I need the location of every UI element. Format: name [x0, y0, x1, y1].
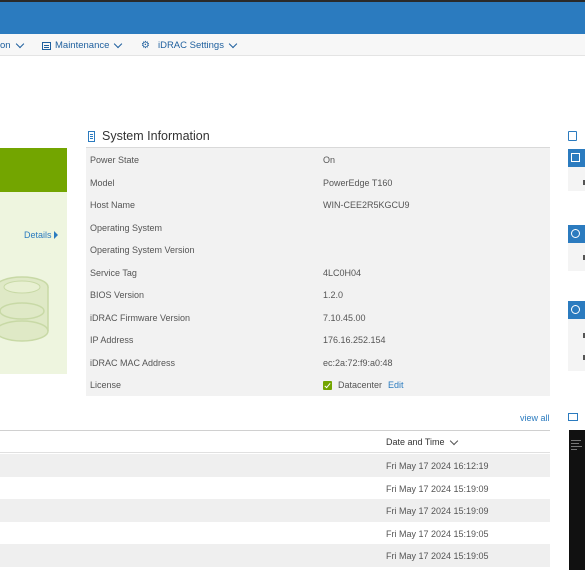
list-icon [571, 153, 580, 162]
menu-item-maintenance[interactable]: Maintenance [42, 39, 123, 51]
main-menu-bar: on Maintenance ⚙ iDRAC Settings [0, 34, 585, 56]
date-time-column-header[interactable]: Date and Time [386, 436, 458, 447]
system-info-row: iDRAC Firmware Version 7.10.45.00 [86, 306, 550, 329]
system-info-key: Power State [90, 155, 140, 165]
widget-header[interactable] [568, 225, 585, 243]
license-check-icon [323, 380, 332, 390]
system-info-key: iDRAC MAC Address [90, 357, 176, 368]
system-info-row: Service Tag 4LC0H04 [86, 261, 550, 284]
system-info-row: Model PowerEdge T160 [86, 171, 550, 194]
table-row[interactable]: Fri May 17 2024 15:19:09 [0, 477, 550, 500]
system-info-key: iDRAC Firmware Version [90, 312, 191, 323]
system-info-row: IP Address 176.16.252.154 [86, 328, 550, 351]
widget-header[interactable] [568, 149, 585, 167]
menu-item-label: on [0, 40, 11, 51]
log-timestamp: Fri May 17 2024 15:19:09 [386, 506, 489, 516]
system-info-key: IP Address [90, 335, 134, 345]
chevron-down-icon [15, 39, 24, 49]
details-label: Details [24, 230, 52, 240]
table-row[interactable]: Fri May 17 2024 15:19:09 [0, 499, 550, 522]
menu-item-configuration[interactable]: on [0, 39, 24, 51]
system-information-header: System Information [88, 129, 210, 143]
system-info-key: Operating System Version [90, 245, 195, 255]
widget-header[interactable] [568, 301, 585, 319]
system-info-value: 1.2.0 [323, 290, 344, 300]
chevron-down-icon [228, 39, 238, 49]
log-timestamp: Fri May 17 2024 15:19:05 [386, 528, 489, 539]
system-info-row: iDRAC MAC Address ec:2a:72:f9:a0:48 [86, 351, 550, 374]
virtual-console-preview[interactable] [569, 430, 585, 570]
system-info-row: Operating System [86, 216, 550, 239]
table-row[interactable]: Fri May 17 2024 15:19:05 [0, 522, 550, 545]
license-edit-link[interactable]: Edit [388, 380, 404, 390]
system-info-row: Host Name WIN-CEE2R5KGCU9 [86, 193, 550, 216]
divider [0, 452, 550, 453]
document-icon [88, 130, 95, 142]
log-timestamp: Fri May 17 2024 15:19:05 [386, 551, 489, 561]
view-all-link[interactable]: view all [520, 413, 550, 423]
page-section-title: System Information [102, 129, 210, 143]
system-info-row: BIOS Version 1.2.0 [86, 283, 550, 306]
menu-item-label: Maintenance [55, 40, 110, 51]
gear-icon: ⚙ [141, 39, 150, 51]
column-label: Date and Time [386, 437, 445, 447]
widget-body [568, 167, 585, 191]
system-info-row: License Datacenter Edit [86, 373, 550, 396]
system-info-value: 4LC0H04 [323, 267, 362, 278]
system-info-value: WIN-CEE2R5KGCU9 [323, 200, 410, 210]
system-info-value: On [323, 155, 336, 165]
system-info-value: PowerEdge T160 [323, 177, 393, 188]
system-info-row: Operating System Version [86, 238, 550, 261]
log-timestamp: Fri May 17 2024 15:19:09 [386, 483, 489, 494]
header-banner [0, 2, 585, 34]
maintenance-icon [42, 41, 51, 50]
system-info-key: Operating System [90, 222, 163, 233]
system-info-key: BIOS Version [90, 290, 145, 300]
divider [0, 430, 550, 431]
log-timestamp: Fri May 17 2024 16:12:19 [386, 461, 489, 471]
clock-icon [571, 229, 580, 238]
table-row[interactable]: Fri May 17 2024 16:12:19 [0, 454, 550, 477]
system-info-row: Power State On [86, 148, 550, 171]
system-info-value: ec:2a:72:f9:a0:48 [323, 357, 393, 368]
system-info-key: License [90, 380, 122, 390]
monitor-icon [568, 413, 578, 421]
menu-item-idrac-settings[interactable]: ⚙ iDRAC Settings [141, 39, 238, 51]
chevron-down-icon [449, 436, 458, 445]
system-information-table: Power State On Model PowerEdge T160 Host Nam… [86, 148, 550, 396]
system-info-key: Service Tag [90, 267, 137, 278]
health-status-bar [0, 148, 67, 192]
table-row[interactable]: Fri May 17 2024 15:19:05 [0, 544, 550, 567]
clock-icon [571, 305, 580, 314]
widget-body [568, 319, 585, 371]
clipboard-icon [568, 131, 577, 141]
storage-disk-icon [0, 276, 49, 342]
system-info-key: Host Name [90, 200, 136, 210]
system-info-key: Model [90, 177, 115, 188]
health-details-link[interactable]: Details [24, 230, 58, 240]
chevron-down-icon [114, 39, 123, 49]
caret-right-icon [53, 231, 58, 239]
system-info-value: 176.16.252.154 [323, 335, 386, 345]
system-info-value: 7.10.45.00 [323, 312, 366, 323]
license-value: Datacenter [338, 380, 383, 390]
menu-item-label: iDRAC Settings [157, 40, 224, 51]
system-info-value: Datacenter Edit [323, 380, 404, 390]
